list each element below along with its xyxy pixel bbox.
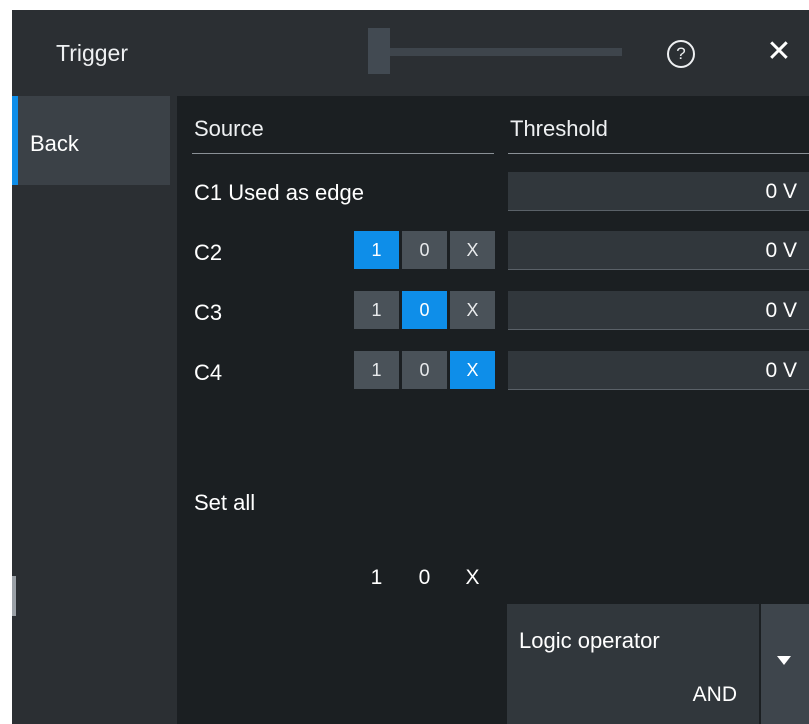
help-icon[interactable]: ? — [667, 40, 695, 68]
transparency-slider-handle[interactable] — [368, 28, 390, 74]
transparency-slider-track[interactable] — [390, 48, 622, 56]
logic-operator-label: Logic operator — [519, 628, 660, 653]
c2-state-1-button[interactable]: 1 — [354, 231, 399, 269]
threshold-c2-field[interactable]: 0 V — [508, 231, 809, 270]
c4-state-1-button[interactable]: 1 — [354, 351, 399, 389]
c2-state-x-button[interactable]: X — [450, 231, 495, 269]
back-button[interactable]: Back — [12, 96, 170, 185]
set-all-x-button[interactable]: X — [450, 559, 495, 597]
chevron-down-icon — [777, 656, 791, 665]
row-c2-label: C2 — [194, 240, 223, 265]
title-bar: Trigger ? ✕ — [12, 10, 809, 96]
threshold-header-underline — [508, 153, 809, 154]
c3-state-x-button[interactable]: X — [450, 291, 495, 329]
dialog-title: Trigger — [56, 40, 128, 66]
c3-state-0-button[interactable]: 0 — [402, 291, 447, 329]
set-all-label: Set all — [194, 490, 256, 515]
threshold-c1-field[interactable]: 0 V — [508, 172, 809, 211]
source-header: Source — [194, 116, 264, 141]
back-label: Back — [30, 131, 79, 156]
c4-state-0-button[interactable]: 0 — [402, 351, 447, 389]
c3-state-1-button[interactable]: 1 — [354, 291, 399, 329]
c4-state-selector: 1 0 X — [354, 351, 495, 389]
c2-state-0-button[interactable]: 0 — [402, 231, 447, 269]
scroll-edge-mark — [12, 576, 16, 616]
back-accent-bar — [12, 96, 18, 185]
logic-operator-dropdown-button[interactable] — [761, 604, 809, 724]
threshold-c4-field[interactable]: 0 V — [508, 351, 809, 390]
set-all-selector: 1 0 X — [354, 559, 495, 597]
logic-operator-value: AND — [692, 683, 737, 706]
set-all-0-button[interactable]: 0 — [402, 559, 447, 597]
set-all-1-button[interactable]: 1 — [354, 559, 399, 597]
source-header-underline — [192, 153, 494, 154]
row-c3-label: C3 — [194, 300, 223, 325]
c3-state-selector: 1 0 X — [354, 291, 495, 329]
trigger-dialog: Trigger ? ✕ Back Source Threshold C1 Use… — [12, 10, 809, 724]
c4-state-x-button[interactable]: X — [450, 351, 495, 389]
side-nav: Back — [12, 96, 177, 724]
threshold-header: Threshold — [510, 116, 608, 141]
row-c4-label: C4 — [194, 360, 223, 385]
threshold-c3-field[interactable]: 0 V — [508, 291, 809, 330]
c2-state-selector: 1 0 X — [354, 231, 495, 269]
logic-operator-select[interactable]: Logic operator AND — [507, 604, 759, 724]
close-icon[interactable]: ✕ — [764, 36, 794, 68]
row-c1-label: C1 Used as edge — [194, 180, 364, 205]
